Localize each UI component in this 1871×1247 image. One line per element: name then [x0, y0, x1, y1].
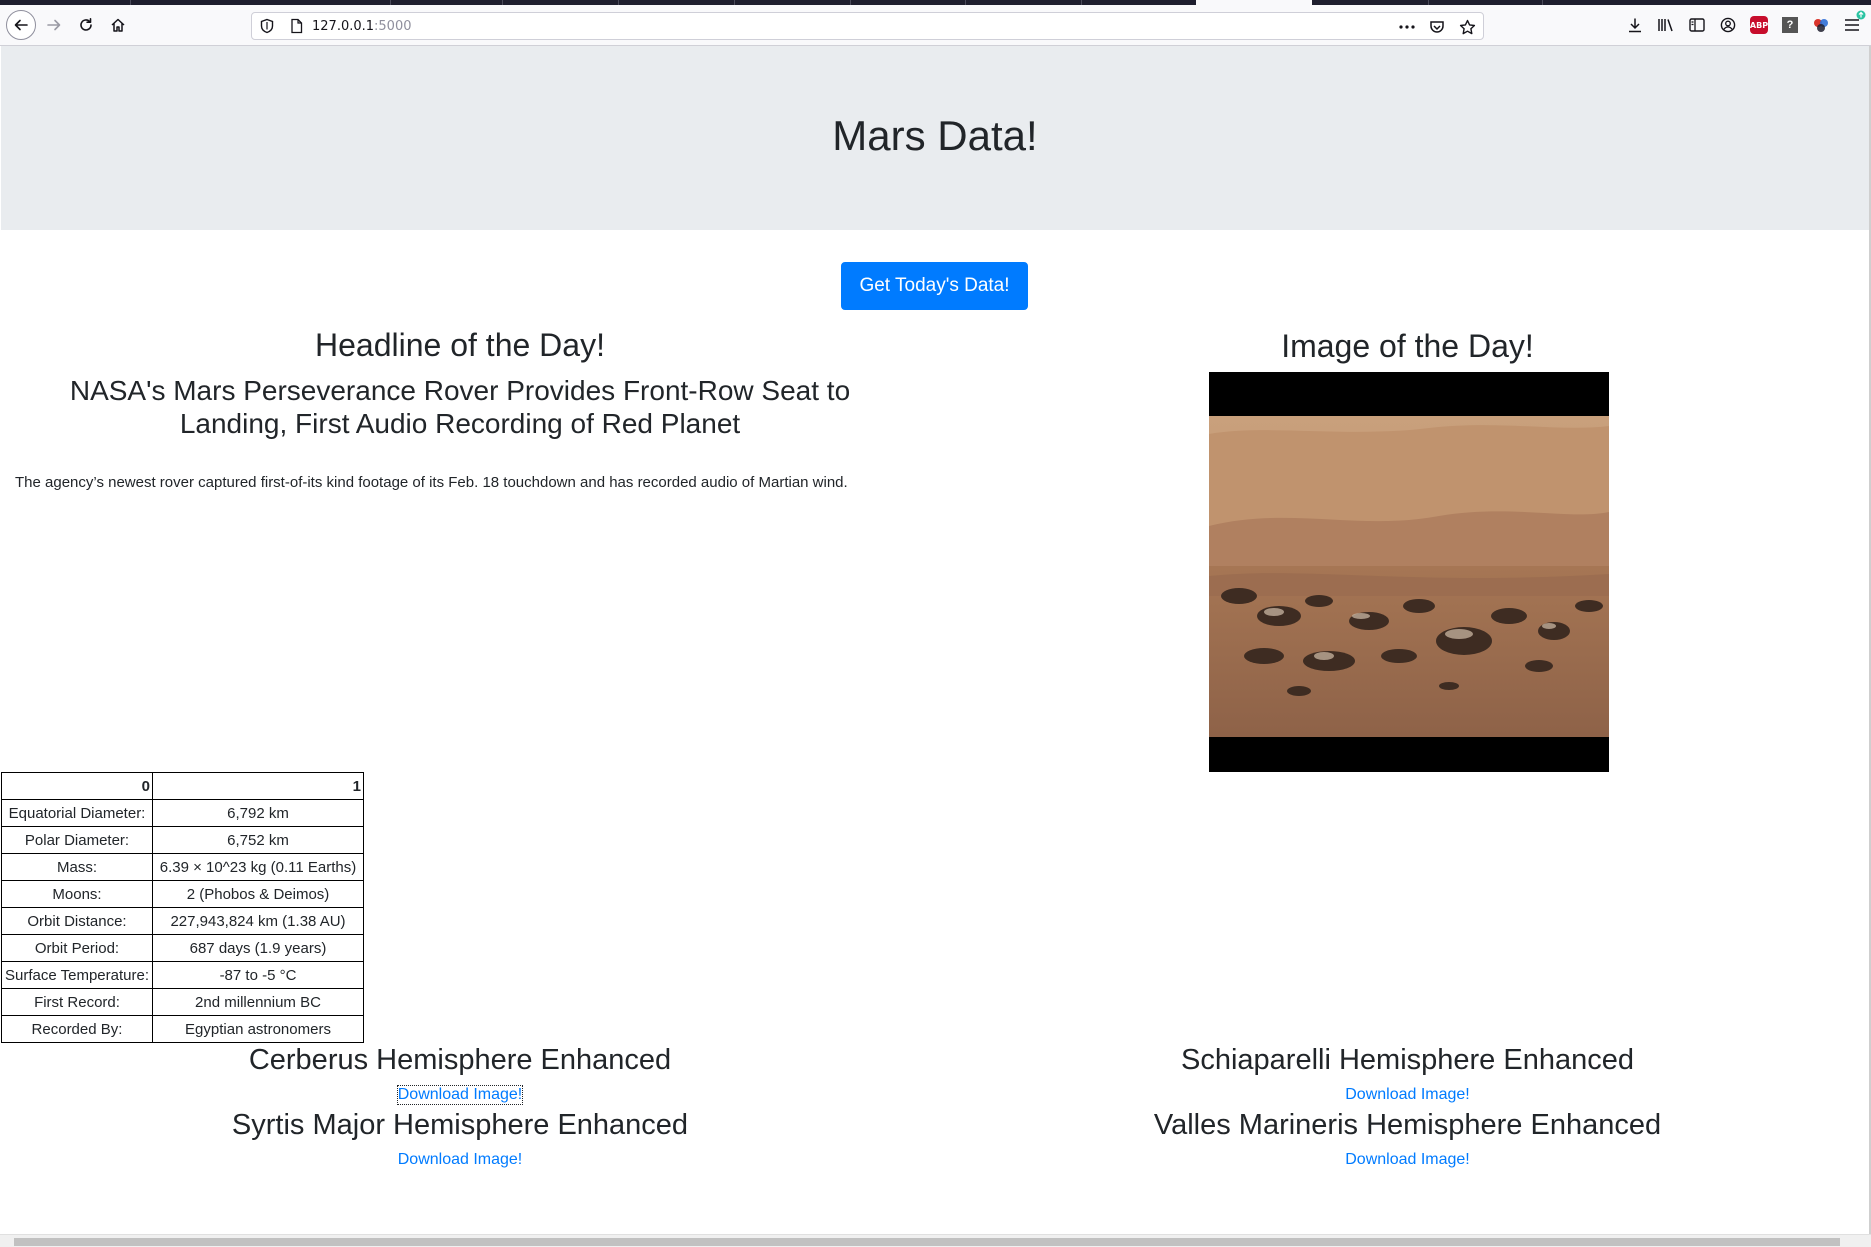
table-header-cell: 1 — [152, 772, 364, 800]
news-section-title: Headline of the Day! — [315, 327, 605, 363]
fact-label: Surface Temperature: — [1, 961, 153, 989]
arrow-left-icon — [14, 19, 28, 31]
hemisphere-card-valles-marineris: Valles Marineris Hemisphere Enhanced Dow… — [935, 1109, 1871, 1169]
url-text[interactable]: 127.0.0.1:5000 — [312, 19, 412, 34]
fact-value: 6,752 km — [152, 826, 364, 854]
news-section-title-wrap: Headline of the Day! — [0, 327, 920, 364]
color-extension-icon[interactable] — [1810, 14, 1832, 36]
back-button[interactable] — [6, 10, 36, 40]
download-image-link[interactable]: Download Image! — [1345, 1151, 1470, 1169]
page-info-icon[interactable] — [290, 18, 303, 39]
news-teaser: The agency’s newest rover captured first… — [15, 474, 848, 491]
news-headline: NASA's Mars Perseverance Rover Provides … — [69, 375, 851, 439]
image-section-title-wrap: Image of the Day! — [935, 328, 1871, 365]
pocket-icon[interactable] — [1427, 17, 1447, 37]
fact-label: Equatorial Diameter: — [1, 799, 153, 827]
download-image-link[interactable]: Download Image! — [1345, 1086, 1470, 1104]
tracking-shield-icon[interactable] — [260, 18, 274, 39]
fact-value: 6,792 km — [152, 799, 364, 827]
browser-toolbar: 127.0.0.1:5000 ABP ? — [0, 5, 1871, 46]
fact-value: Egyptian astronomers — [152, 1015, 364, 1043]
downloads-icon[interactable] — [1624, 14, 1646, 36]
update-badge-icon — [1856, 10, 1866, 20]
forward-button[interactable] — [40, 11, 68, 39]
fact-label: Polar Diameter: — [1, 826, 153, 854]
hemisphere-title: Cerberus Hemisphere Enhanced — [248, 1044, 672, 1076]
home-icon — [111, 18, 125, 32]
hemisphere-card-syrtis-major: Syrtis Major Hemisphere Enhanced Downloa… — [0, 1109, 920, 1169]
download-image-link[interactable]: Download Image! — [398, 1151, 523, 1169]
table-row: Surface Temperature: -87 to -5 °C — [1, 961, 364, 989]
table-row: First Record: 2nd millennium BC — [1, 988, 364, 1016]
fact-value: 2nd millennium BC — [152, 988, 364, 1016]
help-extension-icon[interactable]: ? — [1779, 14, 1801, 36]
arrow-right-icon — [47, 19, 61, 31]
reload-button[interactable] — [72, 11, 100, 39]
hemisphere-card-cerberus: Cerberus Hemisphere Enhanced Download Im… — [0, 1044, 920, 1105]
library-icon[interactable] — [1655, 14, 1677, 36]
fact-label: Orbit Period: — [1, 934, 153, 962]
table-row: Polar Diameter: 6,752 km — [1, 826, 364, 854]
mars-facts-table: 0 1 Equatorial Diameter: 6,792 km Polar D… — [1, 772, 364, 1043]
url-port: :5000 — [374, 19, 412, 34]
table-row: Mass: 6.39 × 10^23 kg (0.11 Earths) — [1, 853, 364, 881]
fact-value: 2 (Phobos & Deimos) — [152, 880, 364, 908]
url-host: 127.0.0.1 — [312, 19, 375, 34]
fact-value: 687 days (1.9 years) — [152, 934, 364, 962]
scrape-data-button[interactable]: Get Today's Data! — [841, 262, 1028, 310]
home-button[interactable] — [104, 11, 132, 39]
news-headline-wrap: NASA's Mars Perseverance Rover Provides … — [0, 374, 920, 440]
adblock-plus-icon[interactable]: ABP — [1748, 14, 1770, 36]
image-section-title: Image of the Day! — [1281, 328, 1534, 364]
address-bar[interactable]: 127.0.0.1:5000 — [251, 12, 1484, 40]
bookmark-star-icon[interactable] — [1457, 17, 1477, 37]
fact-label: Mass: — [1, 853, 153, 881]
scrollbar-thumb[interactable] — [14, 1238, 1840, 1246]
table-row: Orbit Period: 687 days (1.9 years) — [1, 934, 364, 962]
reload-icon — [80, 18, 92, 31]
app-menu-icon[interactable] — [1841, 10, 1866, 36]
fact-label: First Record: — [1, 988, 153, 1016]
fact-label: Recorded By: — [1, 1015, 153, 1043]
fact-label: Moons: — [1, 880, 153, 908]
page-actions-icon[interactable] — [1397, 17, 1417, 37]
hemisphere-title: Schiaparelli Hemisphere Enhanced — [1181, 1044, 1634, 1076]
sidebar-icon[interactable] — [1686, 14, 1708, 36]
table-row: Orbit Distance: 227,943,824 km (1.38 AU) — [1, 907, 364, 935]
fact-value: -87 to -5 °C — [152, 961, 364, 989]
browser-extension-icons: ABP ? — [1624, 10, 1866, 36]
page-title: Mars Data! — [832, 112, 1038, 159]
table-row: Recorded By: Egyptian astronomers — [1, 1015, 364, 1043]
account-icon[interactable] — [1717, 14, 1739, 36]
header-jumbotron: Mars Data! — [1, 46, 1869, 230]
hemisphere-title: Valles Marineris Hemisphere Enhanced — [1153, 1109, 1662, 1141]
featured-mars-image — [1209, 372, 1609, 772]
hemisphere-card-schiaparelli: Schiaparelli Hemisphere Enhanced Downloa… — [935, 1044, 1871, 1104]
horizontal-scrollbar[interactable] — [0, 1234, 1871, 1247]
table-header-cell: 0 — [1, 772, 153, 800]
table-row: Equatorial Diameter: 6,792 km — [1, 799, 364, 827]
fact-value: 6.39 × 10^23 kg (0.11 Earths) — [152, 853, 364, 881]
address-bar-actions — [1397, 17, 1477, 37]
download-image-link[interactable]: Download Image! — [396, 1085, 524, 1105]
hemisphere-title: Syrtis Major Hemisphere Enhanced — [231, 1109, 689, 1141]
table-header-row: 0 1 — [1, 772, 364, 800]
table-row: Moons: 2 (Phobos & Deimos) — [1, 880, 364, 908]
mars-landscape-image — [1209, 416, 1609, 737]
fact-label: Orbit Distance: — [1, 907, 153, 935]
fact-value: 227,943,824 km (1.38 AU) — [152, 907, 364, 935]
